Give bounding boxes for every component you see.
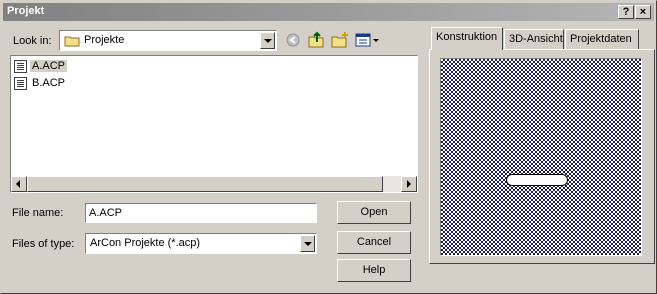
file-name-label: File name: — [12, 207, 64, 219]
look-in-value: Projekte — [84, 34, 125, 46]
acp-file-icon — [14, 77, 27, 90]
tab-panel — [429, 49, 655, 264]
look-in-label: Look in: — [13, 35, 52, 47]
file-name: B.ACP — [32, 77, 66, 89]
cancel-button[interactable]: Cancel — [337, 231, 411, 254]
preview-tabs: Konstruktion 3D-Ansicht Projektdaten — [429, 27, 655, 264]
view-menu-icon[interactable] — [354, 31, 380, 49]
scroll-thumb[interactable] — [27, 176, 383, 192]
horizontal-scrollbar[interactable] — [11, 176, 417, 192]
back-arrow-icon[interactable] — [283, 31, 303, 49]
tab-konstruktion[interactable]: Konstruktion — [431, 27, 503, 50]
tab-projektdaten[interactable]: Projektdaten — [565, 29, 639, 49]
help-button[interactable]: Help — [337, 259, 411, 282]
open-button[interactable]: Open — [337, 201, 411, 224]
acp-file-icon — [14, 60, 27, 73]
up-folder-icon[interactable] — [306, 31, 326, 49]
floor-plan-drawing — [506, 174, 568, 186]
look-in-combo[interactable]: Projekte — [59, 30, 277, 51]
scroll-right-icon[interactable] — [401, 176, 417, 192]
folder-icon — [64, 35, 80, 47]
file-type-value: ArCon Projekte (*.acp) — [90, 237, 201, 249]
file-list[interactable]: A.ACP B.ACP — [10, 55, 418, 193]
file-type-label: Files of type: — [12, 238, 75, 250]
new-folder-icon[interactable] — [330, 31, 350, 49]
file-name: A.ACP — [30, 60, 68, 72]
title-bar[interactable]: Projekt ? × — [3, 3, 654, 21]
close-title-button[interactable]: × — [635, 5, 651, 19]
help-title-button[interactable]: ? — [618, 5, 634, 19]
file-type-combo[interactable]: ArCon Projekte (*.acp) — [85, 233, 317, 254]
window-title: Projekt — [7, 5, 45, 17]
projekt-dialog: Projekt ? × Look in: Projekte A.ACP B.AC… — [0, 0, 657, 294]
scroll-left-icon[interactable] — [11, 176, 27, 192]
chevron-down-icon[interactable] — [260, 32, 275, 49]
file-name-field[interactable] — [85, 203, 317, 223]
chevron-down-icon[interactable] — [300, 235, 315, 252]
project-preview — [440, 58, 642, 256]
tab-3d-ansicht[interactable]: 3D-Ansicht — [504, 29, 564, 49]
